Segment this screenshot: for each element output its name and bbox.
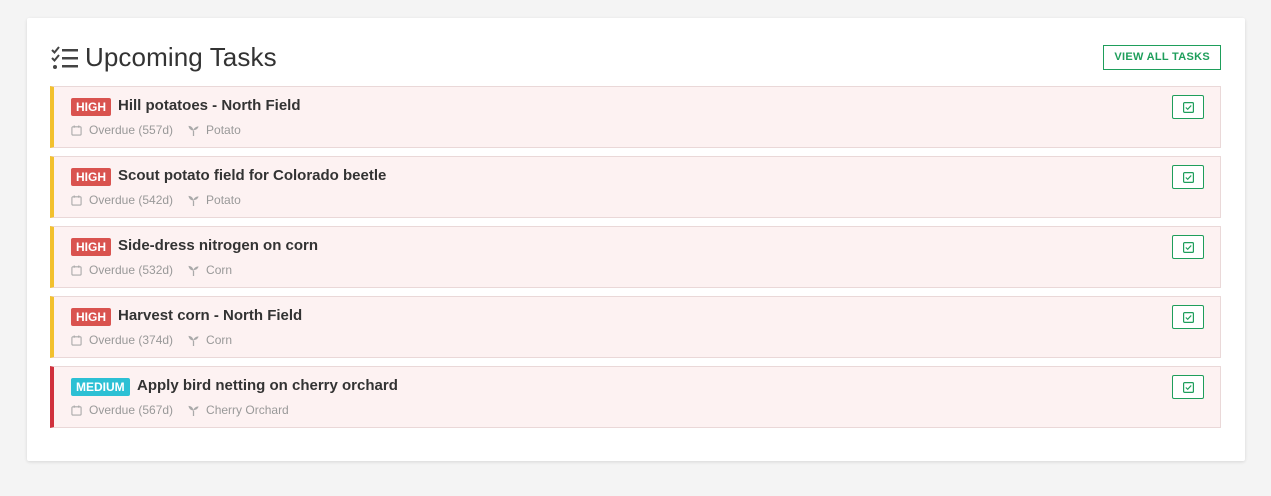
crop-name: Corn (206, 263, 233, 277)
seedling-icon (188, 405, 199, 416)
priority-badge: MEDIUM (71, 378, 130, 396)
due-status: Overdue (567d) (89, 403, 174, 417)
check-square-icon (1182, 311, 1194, 323)
task-title: Hill potatoes - North Field (118, 97, 301, 114)
task-item: HIGH Side-dress nitrogen on corn Overdue… (50, 226, 1221, 288)
complete-task-button[interactable] (1172, 165, 1204, 189)
upcoming-tasks-card: Upcoming Tasks VIEW ALL TASKS HIGH Hill … (27, 18, 1245, 461)
crop-name: Potato (206, 123, 241, 137)
tasks-list-icon (51, 46, 78, 69)
task-title: Apply bird netting on cherry orchard (137, 377, 398, 394)
priority-badge: HIGH (71, 308, 111, 326)
task-title: Side-dress nitrogen on corn (118, 237, 319, 254)
check-square-icon (1182, 241, 1194, 253)
task-meta: Overdue (374d) Corn (71, 333, 232, 347)
priority-badge: HIGH (71, 168, 111, 186)
task-meta: Overdue (542d) Potato (71, 193, 241, 207)
priority-badge: HIGH (71, 98, 111, 116)
complete-task-button[interactable] (1172, 95, 1204, 119)
crop-name: Corn (206, 333, 233, 347)
card-header: Upcoming Tasks VIEW ALL TASKS (51, 42, 1221, 74)
task-item: HIGH Harvest corn - North Field Overdue … (50, 296, 1221, 358)
view-all-tasks-button[interactable]: VIEW ALL TASKS (1103, 45, 1221, 70)
seedling-icon (188, 195, 199, 206)
due-status: Overdue (542d) (89, 193, 174, 207)
task-item: HIGH Hill potatoes - North Field Overdue… (50, 86, 1221, 148)
calendar-icon (71, 334, 82, 346)
task-meta: Overdue (532d) Corn (71, 263, 232, 277)
calendar-icon (71, 194, 82, 206)
due-status: Overdue (532d) (89, 263, 174, 277)
page-title: Upcoming Tasks (85, 42, 277, 72)
calendar-icon (71, 404, 82, 416)
crop-name: Cherry Orchard (206, 403, 289, 417)
crop-name: Potato (206, 193, 241, 207)
seedling-icon (188, 125, 199, 136)
seedling-icon (188, 335, 199, 346)
calendar-icon (71, 124, 82, 136)
task-title: Harvest corn - North Field (118, 307, 303, 324)
task-item: HIGH Scout potato field for Colorado bee… (50, 156, 1221, 218)
task-title: Scout potato field for Colorado beetle (118, 167, 387, 184)
check-square-icon (1182, 381, 1194, 393)
complete-task-button[interactable] (1172, 305, 1204, 329)
check-square-icon (1182, 171, 1194, 183)
due-status: Overdue (374d) (89, 333, 174, 347)
task-meta: Overdue (557d) Potato (71, 123, 241, 137)
calendar-icon (71, 264, 82, 276)
priority-badge: HIGH (71, 238, 111, 256)
complete-task-button[interactable] (1172, 375, 1204, 399)
check-square-icon (1182, 101, 1194, 113)
task-meta: Overdue (567d) Cherry Orchard (71, 403, 289, 417)
due-status: Overdue (557d) (89, 123, 174, 137)
seedling-icon (188, 265, 199, 276)
complete-task-button[interactable] (1172, 235, 1204, 259)
task-item: MEDIUM Apply bird netting on cherry orch… (50, 366, 1221, 428)
